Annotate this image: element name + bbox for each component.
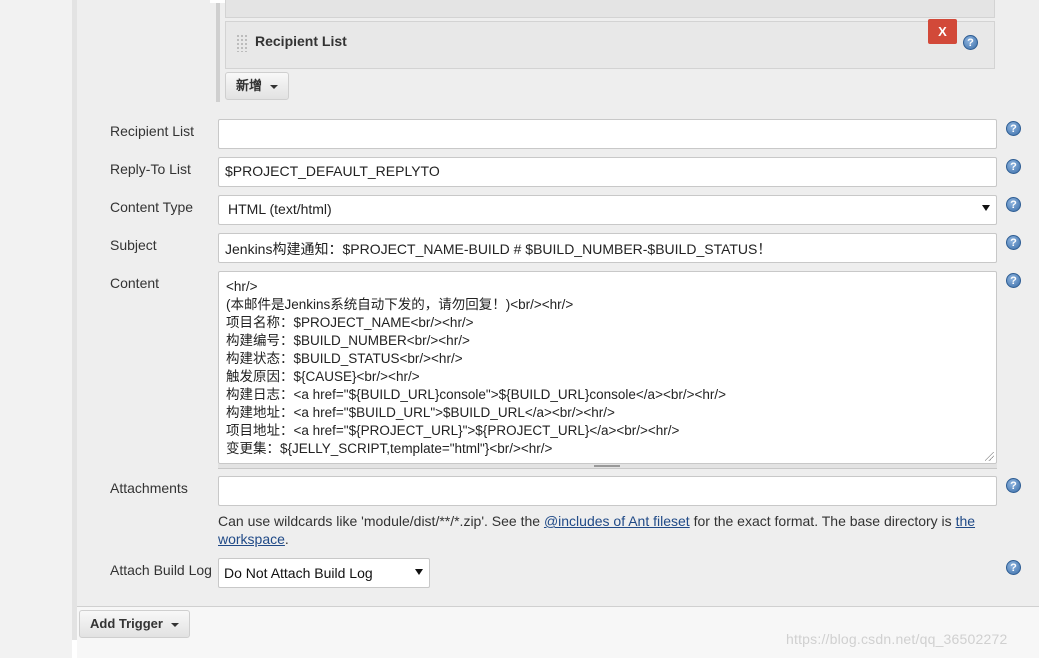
- drag-handle-icon[interactable]: [236, 34, 248, 52]
- dropdown-arrow-icon: [415, 569, 423, 575]
- attachments-input[interactable]: [218, 476, 997, 506]
- add-button[interactable]: 新增: [225, 72, 290, 100]
- content-line: 构建编号：$BUILD_NUMBER<br/><hr/>: [226, 333, 470, 348]
- reply-to-label: Reply-To List: [110, 161, 191, 177]
- content-type-label: Content Type: [110, 199, 194, 215]
- content-line: <hr/>: [226, 279, 258, 294]
- help-icon[interactable]: ?: [1006, 197, 1021, 212]
- textarea-splitter[interactable]: [218, 464, 997, 469]
- splitter-handle-icon: [594, 465, 620, 467]
- resize-grip-icon[interactable]: [985, 452, 994, 461]
- content-type-select[interactable]: HTML (text/html): [218, 195, 997, 225]
- content-line: 项目地址：<a href="${PROJECT_URL}">${PROJECT_…: [226, 423, 680, 438]
- left-gutter: [0, 0, 72, 658]
- recipient-list-item: Recipient List X: [225, 19, 995, 69]
- hint-text: for the exact format. The base directory…: [689, 513, 956, 529]
- ant-fileset-link[interactable]: @includes of Ant fileset: [544, 513, 690, 529]
- content-line: 构建地址：<a href="$BUILD_URL">$BUILD_URL</a>…: [226, 405, 615, 420]
- attach-build-log-label: Attach Build Log: [110, 562, 212, 578]
- help-icon[interactable]: ?: [1006, 121, 1021, 136]
- attachments-hint: Can use wildcards like 'module/dist/**/*…: [218, 512, 978, 548]
- watermark: https://blog.csdn.net/qq_36502272: [786, 631, 1008, 647]
- attach-build-log-select[interactable]: Do Not Attach Build Log: [218, 558, 430, 588]
- content-textarea[interactable]: <hr/> (本邮件是Jenkins系统自动下发的，请勿回复！)<br/><hr…: [218, 271, 997, 464]
- help-icon[interactable]: ?: [1006, 273, 1021, 288]
- content-line: 构建状态：$BUILD_STATUS<br/><hr/>: [226, 351, 463, 366]
- recipient-list-label: Recipient List: [110, 123, 195, 139]
- content-line: (本邮件是Jenkins系统自动下发的，请勿回复！)<br/><hr/>: [226, 297, 574, 312]
- add-trigger-label: Add Trigger: [90, 616, 163, 631]
- help-icon[interactable]: ?: [1006, 560, 1021, 575]
- content-line: 触发原因：${CAUSE}<br/><hr/>: [226, 369, 420, 384]
- group-indent-bar: [216, 0, 220, 102]
- previous-item-strip: [225, 0, 995, 18]
- reply-to-input[interactable]: $PROJECT_DEFAULT_REPLYTO: [218, 157, 997, 187]
- help-icon[interactable]: ?: [963, 35, 978, 50]
- content-line: 构建日志：<a href="${BUILD_URL}console">${BUI…: [226, 387, 726, 402]
- content-label: Content: [110, 275, 160, 291]
- caret-down-icon: [270, 84, 279, 89]
- help-icon[interactable]: ?: [1006, 235, 1021, 250]
- add-button-label: 新增: [236, 78, 263, 93]
- delete-button[interactable]: X: [928, 19, 957, 44]
- help-icon[interactable]: ?: [1006, 478, 1021, 493]
- hint-text: .: [284, 531, 289, 547]
- content-type-value: HTML (text/html): [228, 201, 332, 217]
- recipient-list-title: Recipient List: [255, 33, 347, 49]
- content-line: 项目名称：$PROJECT_NAME<br/><hr/>: [226, 315, 474, 330]
- hint-text: Can use wildcards like 'module/dist/**/*…: [218, 513, 544, 529]
- help-icon[interactable]: ?: [1006, 159, 1021, 174]
- subject-input[interactable]: Jenkins构建通知：$PROJECT_NAME-BUILD # $BUILD…: [218, 233, 997, 263]
- recipient-list-input[interactable]: [218, 119, 997, 149]
- caret-down-icon: [170, 622, 179, 627]
- dropdown-arrow-icon: [982, 205, 990, 211]
- add-trigger-button[interactable]: Add Trigger: [79, 610, 190, 638]
- attach-build-log-value: Do Not Attach Build Log: [224, 565, 373, 581]
- attachments-label: Attachments: [110, 480, 188, 496]
- content-line: 变更集：${JELLY_SCRIPT,template="html"}<br/>…: [226, 441, 553, 456]
- subject-label: Subject: [110, 237, 157, 253]
